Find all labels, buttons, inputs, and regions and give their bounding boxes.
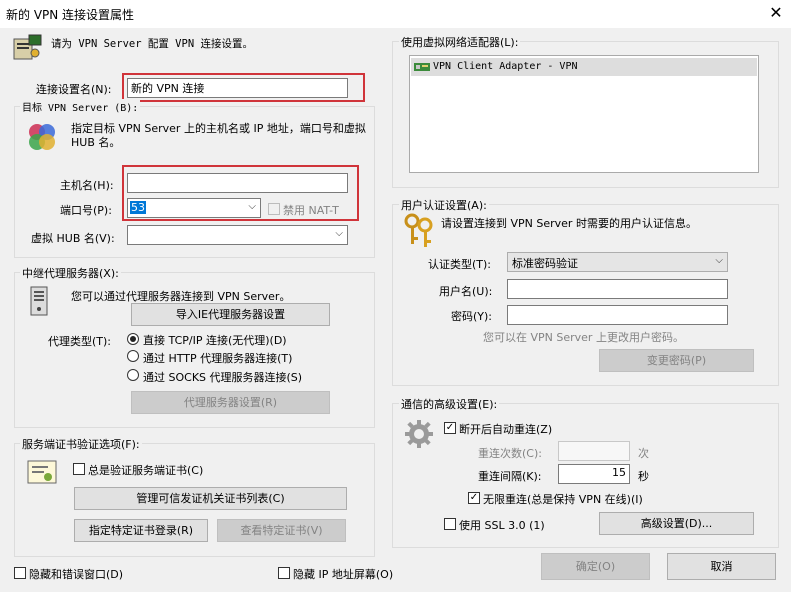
manage-ca-button[interactable]: 管理可信发证机关证书列表(C) [74,487,347,510]
retry-interval-label: 重连间隔(K): [478,470,542,483]
import-ie-proxy-button[interactable]: 导入IE代理服务器设置 [131,303,330,326]
proxy-http-radio[interactable] [127,350,139,362]
auth-type-value: 标准密码验证 [512,257,578,270]
retry-count-label: 重连次数(C): [478,447,542,460]
change-password-button[interactable]: 变更密码(P) [599,349,754,372]
keys-icon [403,213,435,249]
view-cert-button[interactable]: 查看特定证书(V) [217,519,346,542]
proxy-type-label: 代理类型(T): [48,335,112,348]
connection-name-label: 连接设置名(N): [36,83,112,96]
target-server-description: 指定目标 VPN Server 上的主机名或 IP 地址，端口号和虚拟 HUB … [71,122,366,149]
server-connect-icon [26,121,58,153]
advanced-settings-button[interactable]: 高级设置(D)... [599,512,754,535]
adapter-group-title: 使用虚拟网络适配器(L): [399,34,521,50]
auto-reconnect-checkbox[interactable]: ✓ [444,422,456,434]
proxy-socks-radio[interactable] [127,369,139,381]
adapter-list[interactable]: VPN Client Adapter - VPN [409,55,759,173]
proxy-group-title: 中继代理服务器(X): [20,265,121,281]
port-combobox[interactable]: 53 ⌵ [127,198,261,218]
password-label: 密码(Y): [451,310,493,323]
proxy-settings-button[interactable]: 代理服务器设置(R) [131,391,330,414]
auth-description: 请设置连接到 VPN Server 时需要的用户认证信息。 [441,217,697,230]
specify-cert-button[interactable]: 指定特定证书登录(R) [74,519,208,542]
hub-label: 虚拟 HUB 名(V): [31,232,115,245]
auth-type-combobox[interactable]: 标准密码验证 ⌵ [507,252,728,272]
hide-status-checkbox[interactable] [14,567,26,579]
proxy-direct-radio[interactable] [127,333,139,345]
chevron-down-icon: ⌵ [248,201,256,212]
proxy-socks-label: 通过 SOCKS 代理服务器连接(S) [143,371,303,384]
proxy-description: 您可以通过代理服务器连接到 VPN Server。 [71,290,291,303]
port-label: 端口号(P): [60,204,112,217]
chevron-down-icon: ⌵ [715,255,723,266]
password-hint: 您可以在 VPN Server 上更改用户密码。 [483,331,684,344]
retry-interval-input[interactable]: 15 [558,464,630,484]
password-input[interactable] [507,305,728,325]
username-label: 用户名(U): [439,285,493,298]
retry-count-input[interactable] [558,441,630,461]
proxy-direct-label: 直接 TCP/IP 连接(无代理)(D) [143,334,287,347]
retry-interval-unit: 秒 [638,470,649,483]
hide-status-label: 隐藏和错误窗口(D) [29,568,124,581]
hub-combobox[interactable]: ⌵ [127,225,348,245]
gear-icon [403,418,435,450]
intro-text: 请为 VPN Server 配置 VPN 连接设置。 [51,38,253,50]
close-icon[interactable]: ✕ [765,2,787,24]
auth-group-title: 用户认证设置(A): [399,197,489,213]
hide-ip-label: 隐藏 IP 地址屏幕(O) [293,568,394,581]
infinite-reconnect-label: 无限重连(总是保持 VPN 在线)(I) [483,493,643,506]
proxy-http-label: 通过 HTTP 代理服务器连接(T) [143,352,293,365]
target-server-group-title: 目标 VPN Server (B): [20,99,141,114]
infinite-reconnect-checkbox[interactable]: ✓ [468,492,480,504]
ok-button[interactable]: 确定(O) [541,553,650,580]
disable-nat-t-checkbox[interactable] [268,203,280,215]
cancel-button[interactable]: 取消 [667,553,776,580]
hostname-input[interactable] [127,173,348,193]
certificate-icon [26,459,58,485]
server-tower-icon [28,285,50,317]
network-card-icon [414,62,430,72]
hide-ip-checkbox[interactable] [278,567,290,579]
port-value: 53 [130,201,146,214]
disable-nat-t-label: 禁用 NAT-T [283,204,339,217]
adapter-name: VPN Client Adapter - VPN [433,61,578,72]
connection-name-input[interactable]: 新的 VPN 连接 [127,78,348,98]
always-verify-checkbox[interactable] [73,463,85,475]
ssl3-label: 使用 SSL 3.0 (1) [459,519,545,532]
ssl3-checkbox[interactable] [444,518,456,530]
advanced-group-title: 通信的高级设置(E): [399,396,500,412]
auto-reconnect-label: 断开后自动重连(Z) [459,423,553,436]
always-verify-label: 总是验证服务端证书(C) [88,464,204,477]
computer-settings-icon [12,33,44,63]
cert-group-title: 服务端证书验证选项(F): [20,436,142,452]
hostname-label: 主机名(H): [60,179,114,192]
window-title: 新的 VPN 连接设置属性 [6,8,135,22]
auth-type-label: 认证类型(T): [428,258,492,271]
list-item[interactable]: VPN Client Adapter - VPN [411,58,757,76]
username-input[interactable] [507,279,728,299]
chevron-down-icon: ⌵ [335,228,343,239]
retry-count-unit: 次 [638,447,649,460]
